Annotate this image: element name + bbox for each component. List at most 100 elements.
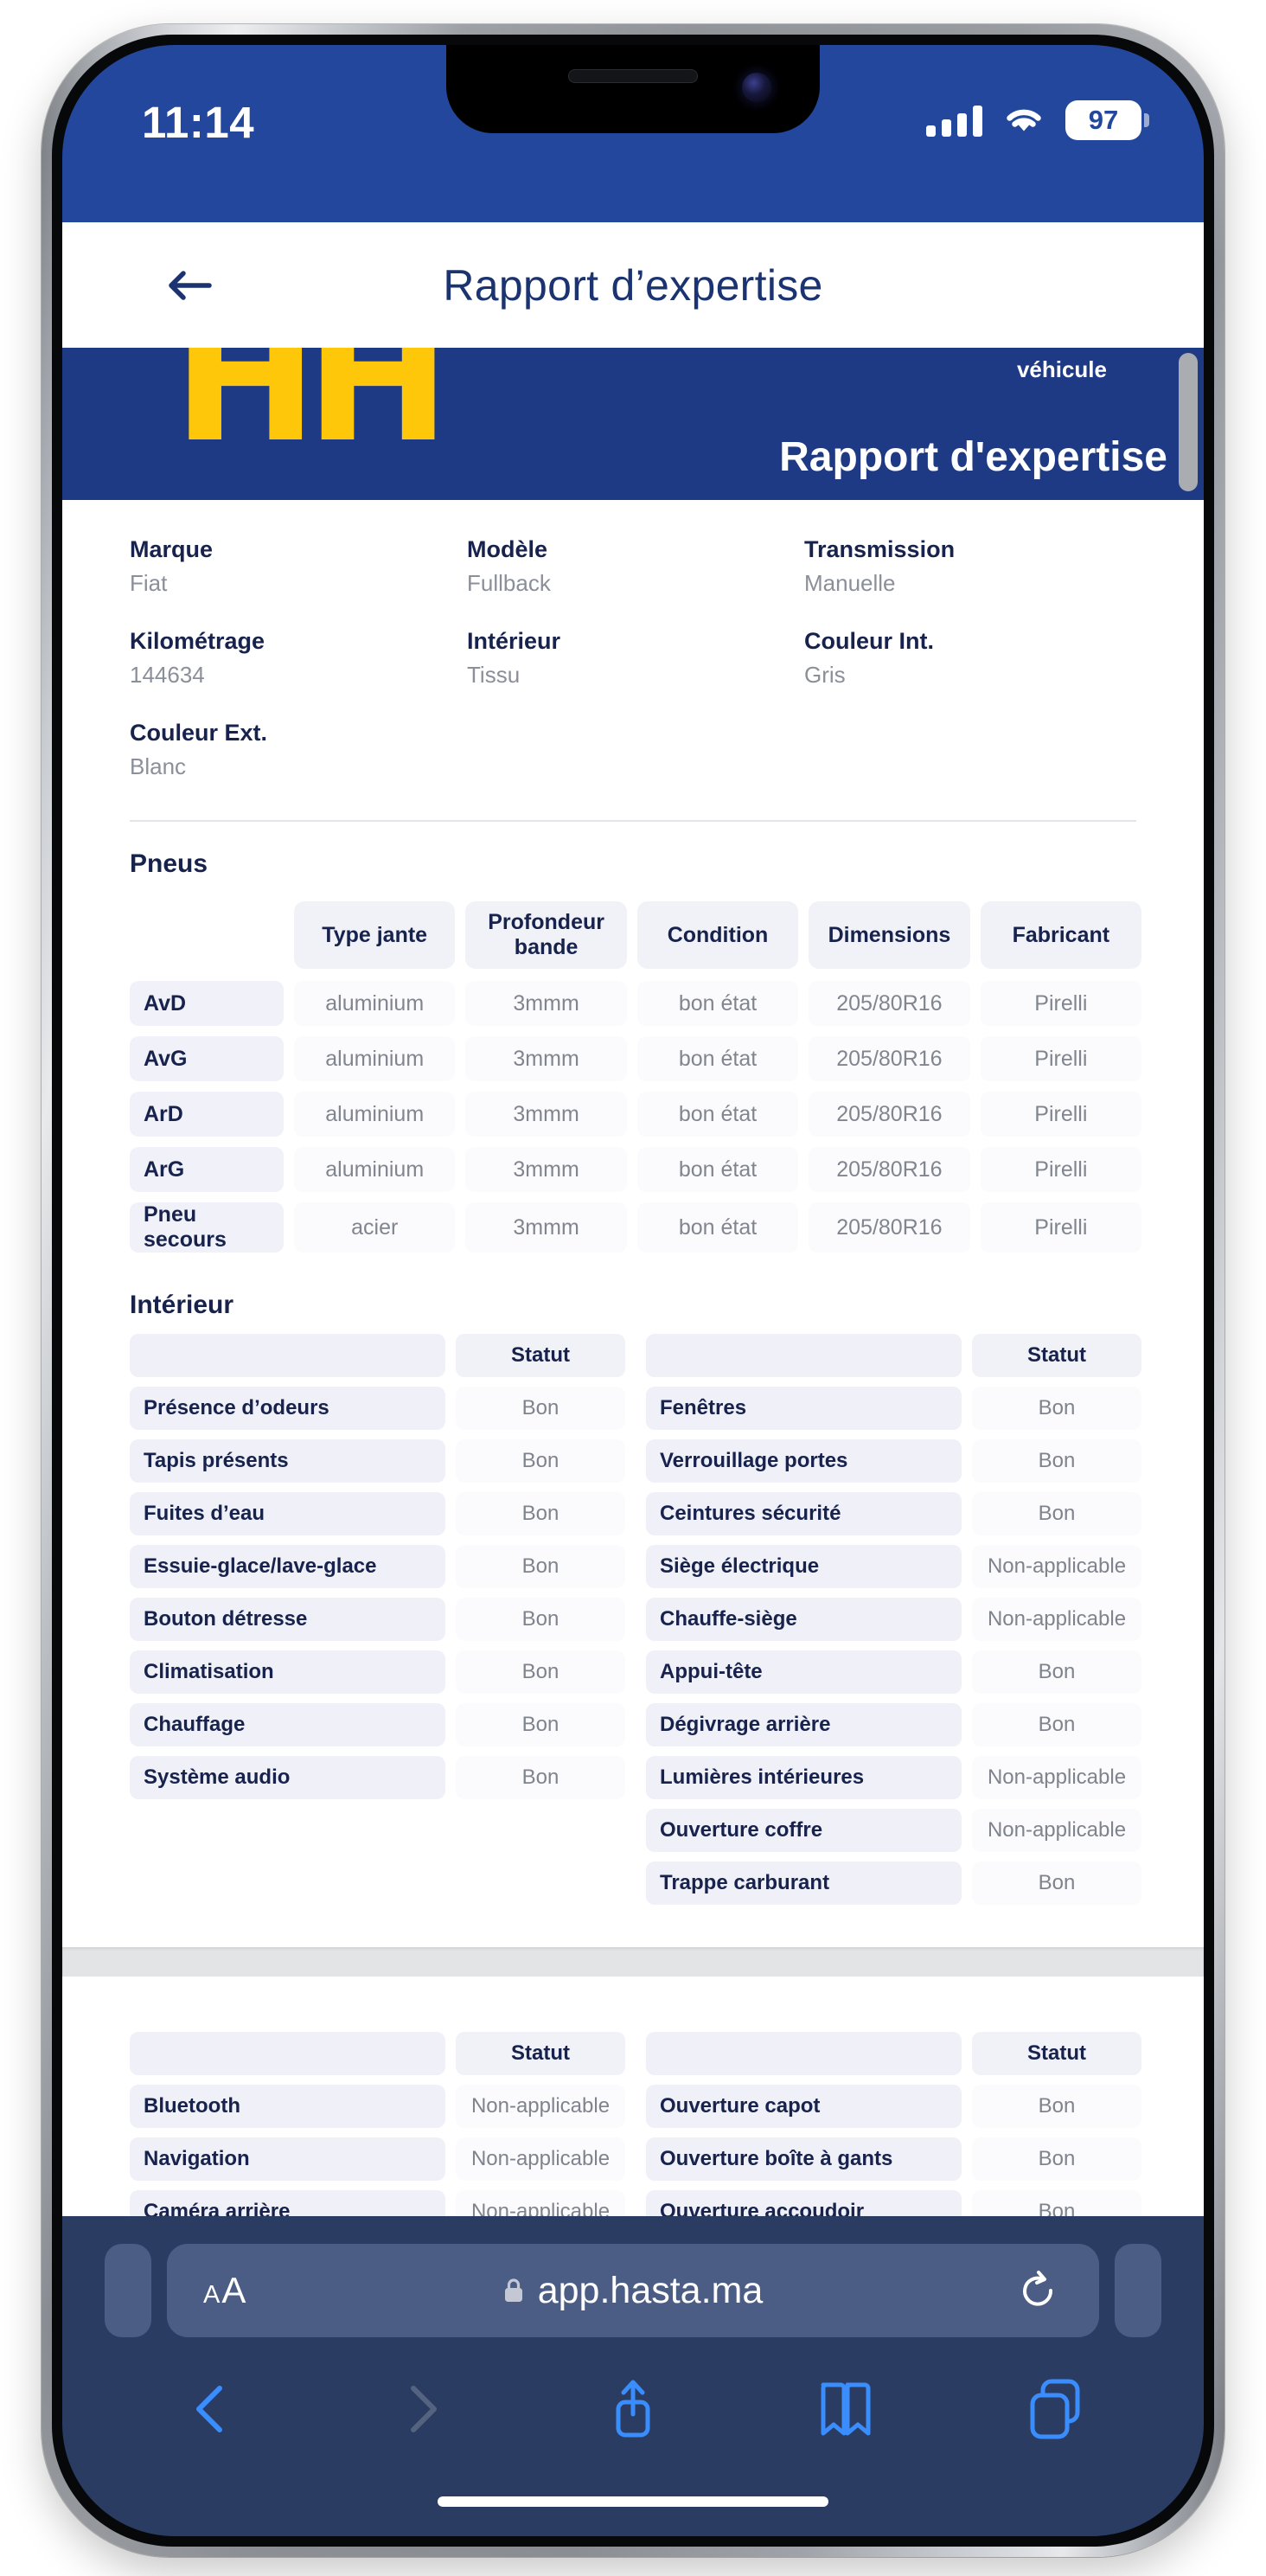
pneus-cell: 205/80R16	[809, 1036, 970, 1081]
vehicle-info-value: Manuelle	[804, 570, 896, 596]
vehicle-info-cell: Couleur Ext. Blanc	[130, 720, 467, 785]
chevron-left-icon[interactable]	[176, 2374, 246, 2444]
checklist-row: Ouverture boîte à gants Bon	[646, 2137, 1141, 2181]
checklist-item-status: Bon	[456, 1545, 625, 1588]
checklist-header-blank	[646, 2032, 962, 2075]
pneus-row-label: AvG	[130, 1036, 284, 1081]
battery-percent: 97	[1088, 105, 1119, 135]
vehicle-info-cell: Couleur Int. Gris	[804, 628, 1141, 694]
checklist-item-status: Bon	[972, 1439, 1141, 1483]
pneus-header-blank	[130, 901, 284, 969]
reload-icon[interactable]	[1018, 2270, 1058, 2311]
checklist-header-blank	[130, 2032, 445, 2075]
checklist-item-label: Trappe carburant	[646, 1862, 962, 1905]
checklist-item-label: Climatisation	[130, 1650, 445, 1694]
checklist-item-status: Bon	[972, 2190, 1141, 2216]
lock-icon	[503, 2278, 524, 2304]
banner-title: Rapport d'expertise	[779, 434, 1167, 480]
checklist-status-header: Statut	[972, 2032, 1141, 2075]
checklist-row: Tapis présents Bon	[130, 1439, 625, 1483]
checklist-item-label: Ouverture coffre	[646, 1809, 962, 1852]
vehicle-info-cell: Marque Fiat	[130, 536, 467, 602]
checklist-header-row: Statut	[130, 2032, 625, 2075]
checklist-item-label: Ouverture capot	[646, 2085, 962, 2128]
pneus-cell: bon état	[636, 1147, 799, 1192]
section-title-pneus: Pneus	[130, 849, 208, 878]
interieur-tables: Statut Présence d’odeurs Bon Tapis présents…	[62, 1320, 1204, 1914]
pneus-cell: 205/80R16	[809, 981, 970, 1026]
scrollbar-thumb[interactable]	[1179, 353, 1198, 491]
vehicle-info-label: Kilométrage	[130, 628, 265, 654]
pneus-cell: 3mmm	[465, 1036, 627, 1081]
pneus-cell: 205/80R16	[809, 1147, 970, 1192]
pneus-cell: Pirelli	[980, 1092, 1142, 1137]
share-icon[interactable]	[598, 2374, 668, 2444]
previous-tab-peek[interactable]	[105, 2244, 151, 2337]
checklist-row: Ouverture accoudoir Bon	[646, 2190, 1141, 2216]
checklist-row: Siège électrique Non-applicable	[646, 1545, 1141, 1588]
interieur-left-column: Statut Présence d’odeurs Bon Tapis présents…	[130, 1334, 625, 1914]
back-arrow-icon[interactable]	[164, 266, 213, 305]
checklist-row: Présence d’odeurs Bon	[130, 1387, 625, 1430]
checklist-row: Système audio Bon	[130, 1756, 625, 1799]
pneus-row-label: Pneu secours	[130, 1202, 284, 1253]
checklist-item-label: Dégivrage arrière	[646, 1703, 962, 1746]
checklist-header-blank	[130, 1334, 445, 1377]
tabs-icon[interactable]	[1020, 2374, 1090, 2444]
page-title: Rapport d’expertise	[443, 260, 823, 310]
url-text: app.hasta.ma	[537, 2269, 764, 2311]
page2-right-column: Statut Ouverture capot Bon Ouverture boîte …	[646, 2032, 1141, 2216]
checklist-item-status: Bon	[456, 1703, 625, 1746]
checklist-item-label: Ceintures sécurité	[646, 1492, 962, 1535]
pneus-header-cell: Dimensions	[809, 901, 970, 969]
checklist-row: Navigation Non-applicable	[130, 2137, 625, 2181]
battery-icon: 97	[1065, 100, 1149, 140]
pneus-row: Pneu secours acier 3mmm bon état 205/80R16 Pi…	[130, 1202, 1142, 1253]
checklist-row: Chauffe-siège Non-applicable	[646, 1598, 1141, 1641]
home-indicator[interactable]	[438, 2496, 828, 2507]
app-header: Rapport d’expertise	[62, 222, 1204, 348]
vehicle-info-value: Fullback	[467, 570, 551, 596]
page2-left-column: Statut Bluetooth Non-applicable Navigation N…	[130, 2032, 625, 2216]
checklist-item-status: Bon	[972, 2137, 1141, 2181]
pneus-row-label: AvD	[130, 981, 284, 1026]
checklist-row: Essuie-glace/lave-glace Bon	[130, 1545, 625, 1588]
text-size-button[interactable]: A A	[203, 2270, 246, 2311]
vehicle-info-value: Tissu	[467, 662, 521, 688]
checklist-item-status: Bon	[456, 1598, 625, 1641]
vehicle-info-label: Couleur Int.	[804, 628, 934, 654]
front-camera	[742, 73, 771, 102]
safari-nav-row	[62, 2361, 1204, 2457]
pneus-row: ArD aluminium 3mmm bon état 205/80R16 Pirelli	[130, 1092, 1142, 1137]
checklist-item-status: Bon	[972, 1492, 1141, 1535]
pneus-cell: aluminium	[294, 1092, 456, 1137]
next-tab-peek[interactable]	[1115, 2244, 1161, 2337]
checklist-row: Bluetooth Non-applicable	[130, 2085, 625, 2128]
vehicle-info-label: Modèle	[467, 536, 548, 562]
checklist-row: Fenêtres Bon	[646, 1387, 1141, 1430]
report-banner: HH véhicule Rapport d'expertise	[62, 348, 1204, 500]
pneus-cell: Pirelli	[980, 1147, 1142, 1192]
checklist-item-label: Ouverture accoudoir	[646, 2190, 962, 2216]
url-display: app.hasta.ma	[167, 2270, 1099, 2312]
checklist-item-status: Bon	[456, 1492, 625, 1535]
pneus-table: Type jante Profondeur bande Condition Dimen…	[62, 879, 1204, 1253]
checklist-row: Fuites d’eau Bon	[130, 1492, 625, 1535]
checklist-row: Ouverture capot Bon	[646, 2085, 1141, 2128]
vehicle-info-label: Intérieur	[467, 628, 561, 654]
pneus-cell: 3mmm	[465, 1147, 627, 1192]
checklist-item-label: Navigation	[130, 2137, 445, 2181]
document-page: HH véhicule Rapport d'expertise Marque Fi…	[62, 348, 1204, 2216]
status-bar: 11:14 97	[62, 45, 1204, 222]
pneus-row-label: ArD	[130, 1092, 284, 1137]
pneus-row: ArG aluminium 3mmm bon état 205/80R16 Pirelli	[130, 1147, 1142, 1192]
pneus-row-label: ArG	[130, 1147, 284, 1192]
checklist-row: Verrouillage portes Bon	[646, 1439, 1141, 1483]
address-bar[interactable]: A A app.hasta.ma	[167, 2244, 1099, 2337]
book-icon[interactable]	[809, 2374, 879, 2444]
checklist-item-status: Bon	[456, 1756, 625, 1799]
banner-subtitle: véhicule	[1016, 356, 1107, 382]
text-size-large-a: A	[221, 2270, 246, 2310]
document-viewport[interactable]: HH véhicule Rapport d'expertise Marque Fi…	[62, 348, 1204, 2216]
pneus-header-cell: Fabricant	[980, 901, 1142, 969]
